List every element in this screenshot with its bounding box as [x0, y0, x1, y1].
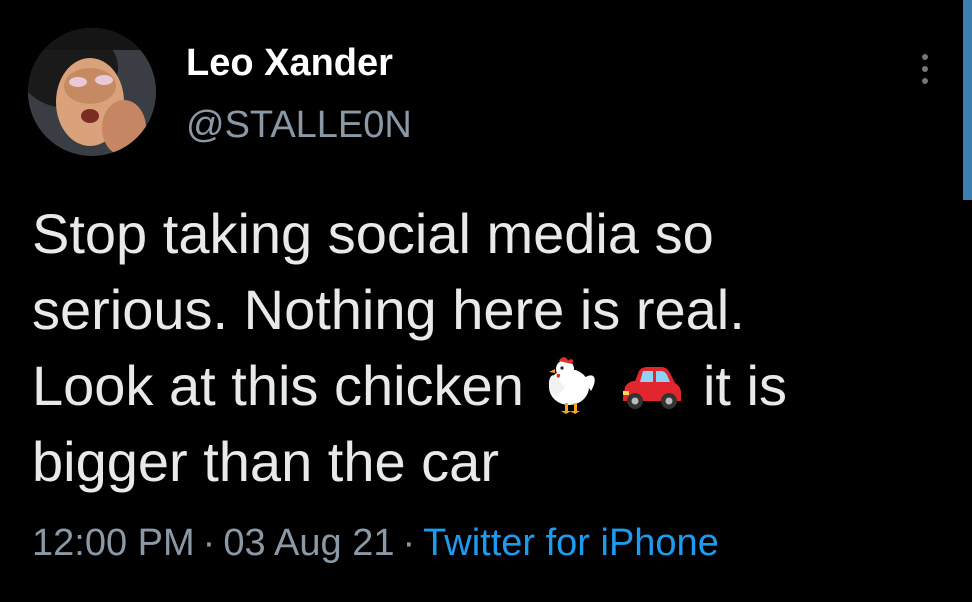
tweet-date[interactable]: 03 Aug 21: [223, 522, 394, 564]
separator: ·: [202, 522, 216, 564]
tweet-text-line: serious. Nothing here is real.: [32, 278, 745, 341]
chicken-emoji: [541, 357, 611, 419]
scroll-indicator[interactable]: [963, 0, 972, 200]
tweet-source-link[interactable]: Twitter for iPhone: [423, 522, 719, 564]
separator: ·: [402, 522, 416, 564]
tweet-metadata: 12:00 PM · 03 Aug 21 · Twitter for iPhone: [32, 522, 719, 565]
avatar[interactable]: [28, 28, 156, 156]
tweet-text-segment: Look at this chicken: [32, 354, 524, 417]
user-handle[interactable]: @STALLE0N: [186, 104, 412, 147]
tweet-text-line: Stop taking social media so: [32, 202, 714, 265]
tweet-text-segment: it is: [702, 354, 787, 417]
tweet-text-line: bigger than the car: [32, 430, 499, 493]
tweet-text-line: Look at this chicken it is: [32, 348, 932, 424]
display-name[interactable]: Leo Xander: [186, 42, 393, 85]
tweet-detail: Leo Xander @STALLE0N Stop taking social …: [0, 0, 972, 602]
tweet-time[interactable]: 12:00 PM: [32, 522, 195, 564]
avatar-image: [28, 28, 156, 156]
tweet-text: Stop taking social media so serious. Not…: [32, 196, 932, 500]
more-options-button[interactable]: [908, 46, 942, 92]
car-emoji: [615, 357, 685, 419]
